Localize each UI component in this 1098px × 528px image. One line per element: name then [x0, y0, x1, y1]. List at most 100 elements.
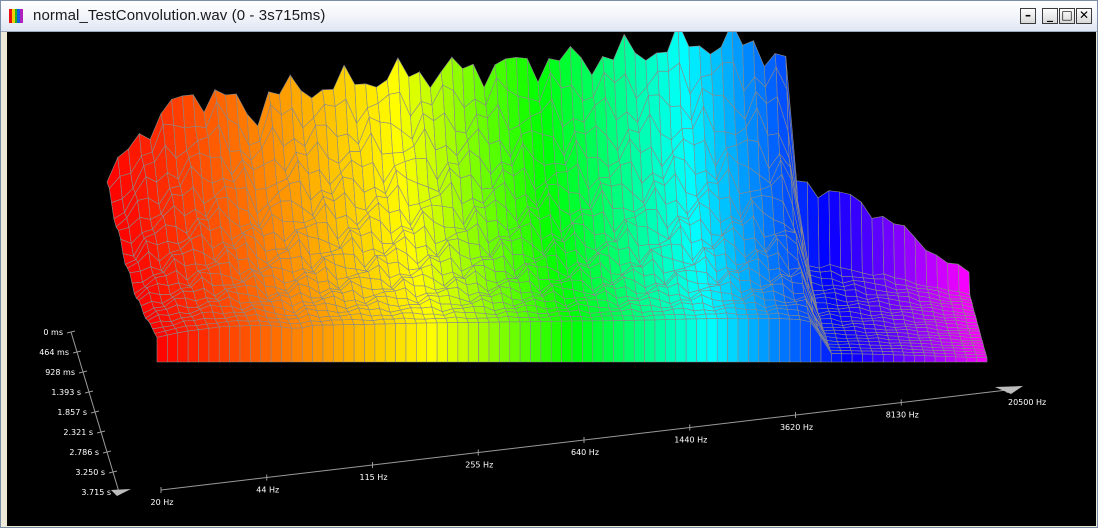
surface-front-cell — [831, 353, 843, 363]
surface-cell — [918, 337, 932, 341]
surface-cell — [415, 157, 429, 188]
surface-cell — [947, 330, 960, 334]
color-bars-icon[interactable] — [9, 9, 23, 23]
surface-front-cell — [965, 356, 977, 363]
surface-cell — [969, 333, 982, 339]
surface-front-cell — [748, 318, 760, 363]
surface-front-cell — [716, 318, 728, 363]
spectrogram-3d-view[interactable]: 0 ms 464 ms 928 ms 1.393 s 1.857 s 2.321 s 2.7… — [7, 32, 1096, 526]
surface-front-cell — [467, 321, 479, 363]
surface-cell — [817, 190, 831, 269]
surface-front-cell — [374, 323, 386, 363]
surface-front-cell — [633, 319, 645, 363]
spectrogram-3d-plot[interactable]: 0 ms 464 ms 928 ms 1.393 s 1.857 s 2.321 s 2.7… — [7, 32, 1096, 526]
surface-cell — [693, 139, 707, 175]
surface-front-cell — [198, 328, 210, 363]
time-axis-label: 3.250 s — [75, 468, 105, 477]
surface-cell — [745, 309, 758, 315]
surface-cell — [542, 134, 556, 166]
surface-cell — [518, 280, 532, 294]
app-window: normal_TestConvolution.wav (0 - 3s715ms)… — [0, 0, 1098, 528]
surface-front-cell — [706, 318, 718, 363]
surface-front-cell — [602, 320, 614, 363]
surface-cell — [912, 349, 925, 354]
surface-cell — [580, 56, 594, 102]
surface-cell — [893, 319, 906, 325]
surface-front-cell — [945, 356, 957, 363]
surface-cell — [570, 316, 583, 322]
time-axis-label: 1.393 s — [51, 388, 81, 397]
surface-cell — [720, 292, 734, 302]
minimize-button[interactable]: _ — [1042, 8, 1058, 24]
surface-cell — [946, 326, 960, 332]
surface-cell — [949, 298, 963, 302]
surface-cell — [915, 323, 928, 328]
surface-front-cell — [914, 355, 926, 363]
frequency-axis-label: 8130 Hz — [886, 411, 919, 420]
surface-front-cell — [571, 320, 583, 363]
surface-front-cell — [893, 354, 905, 363]
surface-front-cell — [540, 321, 552, 363]
surface-cell — [674, 313, 687, 320]
surface-front-cell — [208, 326, 220, 363]
surface-cell — [844, 330, 857, 336]
surface-cell — [379, 121, 393, 155]
frequency-axis-label: 20500 Hz — [1008, 398, 1046, 407]
surface-cell — [692, 302, 705, 312]
surface-front-cell — [675, 318, 687, 363]
surface-cell — [947, 262, 960, 293]
surface-cell — [839, 346, 852, 352]
surface-cell — [549, 315, 562, 322]
surface-cell — [599, 311, 613, 317]
surface-front-cell — [405, 322, 417, 363]
surface-cell — [828, 190, 842, 269]
surface-cell — [653, 314, 666, 321]
surface-front-cell — [758, 318, 770, 363]
surface-cell — [858, 344, 872, 349]
surface-cell — [421, 306, 434, 315]
surface-front-cell — [582, 320, 594, 363]
surface-front-cell — [519, 321, 531, 363]
surface-front-cell — [156, 334, 168, 363]
surface-cell — [610, 183, 624, 209]
surface-cell — [699, 45, 713, 78]
surface-front-cell — [364, 323, 376, 363]
surface-front-cell — [654, 319, 666, 363]
surface-cell — [840, 350, 853, 355]
surface-cell — [961, 342, 974, 347]
surface-cell — [967, 327, 980, 332]
surface-cell — [684, 314, 697, 320]
surface-cell — [661, 255, 675, 274]
frequency-axis-label: 255 Hz — [465, 461, 493, 470]
surface-front-cell — [851, 353, 863, 363]
maximize-button[interactable]: □ — [1059, 8, 1075, 24]
surface-cell — [904, 224, 917, 285]
surface-cell — [814, 296, 828, 304]
surface-cell — [820, 318, 833, 325]
surface-cell — [601, 315, 614, 322]
surface-front-cell — [229, 325, 241, 363]
surface-cell — [844, 289, 857, 297]
surface-cell — [554, 162, 568, 173]
surface-cell — [807, 181, 820, 269]
surface-cell — [720, 32, 734, 64]
surface-cell — [621, 315, 635, 321]
surface-cell — [668, 62, 682, 107]
close-button[interactable]: ✕ — [1076, 8, 1092, 24]
surface-front-cell — [291, 327, 303, 363]
surface-cell — [712, 94, 726, 133]
surface-cell — [923, 318, 937, 323]
surface-cell — [885, 329, 898, 333]
surface-cell — [611, 315, 625, 322]
surface-front-cell — [260, 324, 272, 363]
surface-front-cell — [665, 319, 677, 363]
surface-cell — [538, 316, 552, 322]
surface-cell — [882, 215, 895, 279]
surface-front-cell — [447, 322, 459, 363]
surface-cell — [887, 335, 900, 341]
child-minimize-button[interactable]: – — [1020, 8, 1036, 24]
title-bar[interactable]: normal_TestConvolution.wav (0 - 3s715ms)… — [1, 1, 1097, 32]
surface-cell — [386, 57, 401, 95]
surface-cell — [736, 313, 749, 319]
surface-front-cell — [343, 324, 355, 363]
